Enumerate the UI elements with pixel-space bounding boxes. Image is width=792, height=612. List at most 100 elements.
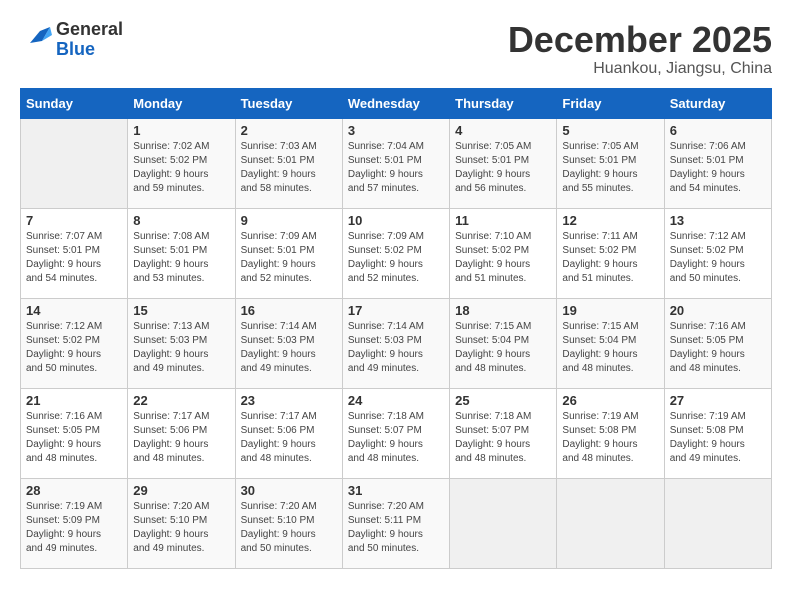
day-number: 2 (241, 123, 337, 138)
calendar-cell: 22Sunrise: 7:17 AMSunset: 5:06 PMDayligh… (128, 388, 235, 478)
header-sunday: Sunday (21, 88, 128, 118)
day-number: 28 (26, 483, 122, 498)
day-info: Sunrise: 7:10 AMSunset: 5:02 PMDaylight:… (455, 230, 551, 286)
calendar-cell: 19 Sunrise: 7:15 AMSunset: 5:04 PMDayligh… (557, 298, 664, 388)
calendar-week-row: 14Sunrise: 7:12 AMSunset: 5:02 PMDayligh… (21, 298, 772, 388)
calendar-cell: 29 Sunrise: 7:20 AMSunset: 5:10 PMDayligh… (128, 478, 235, 568)
day-number: 27 (670, 393, 766, 408)
calendar-cell: 18Sunrise: 7:15 AMSunset: 5:04 PMDayligh… (450, 298, 557, 388)
calendar-cell: 6 Sunrise: 7:06 AMSunset: 5:01 PMDaylight… (664, 118, 771, 208)
header-thursday: Thursday (450, 88, 557, 118)
calendar-cell: 21 Sunrise: 7:16 AMSunset: 5:05 PMDayligh… (21, 388, 128, 478)
day-number: 4 (455, 123, 551, 138)
day-info: Sunrise: 7:16 AMSunset: 5:05 PMDaylight:… (26, 410, 122, 466)
day-info: Sunrise: 7:13 AMSunset: 5:03 PMDaylight:… (133, 320, 229, 376)
day-number: 22 (133, 393, 229, 408)
calendar-cell: 23 Sunrise: 7:17 AMSunset: 5:06 PMDayligh… (235, 388, 342, 478)
header-tuesday: Tuesday (235, 88, 342, 118)
calendar-cell: 24Sunrise: 7:18 AMSunset: 5:07 PMDayligh… (342, 388, 449, 478)
calendar-cell: 8 Sunrise: 7:08 AMSunset: 5:01 PMDaylight… (128, 208, 235, 298)
day-info: Sunrise: 7:02 AMSunset: 5:02 PMDaylight:… (133, 140, 229, 196)
day-info: Sunrise: 7:19 AMSunset: 5:08 PMDaylight:… (562, 410, 658, 466)
month-title: December 2025 (508, 20, 772, 60)
day-number: 23 (241, 393, 337, 408)
calendar-cell: 3 Sunrise: 7:04 AMSunset: 5:01 PMDaylight… (342, 118, 449, 208)
calendar-cell: 15 Sunrise: 7:13 AMSunset: 5:03 PMDayligh… (128, 298, 235, 388)
day-number: 26 (562, 393, 658, 408)
calendar-cell (557, 478, 664, 568)
day-number: 20 (670, 303, 766, 318)
day-info: Sunrise: 7:09 AMSunset: 5:01 PMDaylight:… (241, 230, 337, 286)
calendar-cell (21, 118, 128, 208)
day-info: Sunrise: 7:08 AMSunset: 5:01 PMDaylight:… (133, 230, 229, 286)
day-info: Sunrise: 7:06 AMSunset: 5:01 PMDaylight:… (670, 140, 766, 196)
header-saturday: Saturday (664, 88, 771, 118)
day-number: 3 (348, 123, 444, 138)
calendar-cell: 16Sunrise: 7:14 AMSunset: 5:03 PMDayligh… (235, 298, 342, 388)
day-info: Sunrise: 7:11 AMSunset: 5:02 PMDaylight:… (562, 230, 658, 286)
location-subtitle: Huankou, Jiangsu, China (508, 60, 772, 78)
day-number: 11 (455, 213, 551, 228)
day-number: 24 (348, 393, 444, 408)
header-wednesday: Wednesday (342, 88, 449, 118)
day-number: 10 (348, 213, 444, 228)
day-info: Sunrise: 7:03 AMSunset: 5:01 PMDaylight:… (241, 140, 337, 196)
day-number: 18 (455, 303, 551, 318)
day-number: 17 (348, 303, 444, 318)
day-number: 19 (562, 303, 658, 318)
header-friday: Friday (557, 88, 664, 118)
day-info: Sunrise: 7:07 AMSunset: 5:01 PMDaylight:… (26, 230, 122, 286)
day-info: Sunrise: 7:15 AMSunset: 5:04 PMDaylight:… (562, 320, 658, 376)
day-info: Sunrise: 7:19 AMSunset: 5:09 PMDaylight:… (26, 500, 122, 556)
header-row: Sunday Monday Tuesday Wednesday Thursday… (21, 88, 772, 118)
day-info: Sunrise: 7:19 AMSunset: 5:08 PMDaylight:… (670, 410, 766, 466)
calendar-cell: 4 Sunrise: 7:05 AMSunset: 5:01 PMDaylight… (450, 118, 557, 208)
calendar-week-row: 1 Sunrise: 7:02 AMSunset: 5:02 PMDaylight… (21, 118, 772, 208)
day-number: 8 (133, 213, 229, 228)
day-info: Sunrise: 7:20 AMSunset: 5:10 PMDaylight:… (133, 500, 229, 556)
title-section: December 2025 Huankou, Jiangsu, China (508, 20, 772, 78)
day-number: 13 (670, 213, 766, 228)
calendar-cell: 28 Sunrise: 7:19 AMSunset: 5:09 PMDayligh… (21, 478, 128, 568)
day-number: 25 (455, 393, 551, 408)
calendar-cell: 31Sunrise: 7:20 AMSunset: 5:11 PMDayligh… (342, 478, 449, 568)
calendar-cell: 26 Sunrise: 7:19 AMSunset: 5:08 PMDayligh… (557, 388, 664, 478)
logo-icon (20, 23, 52, 56)
calendar-cell: 1 Sunrise: 7:02 AMSunset: 5:02 PMDaylight… (128, 118, 235, 208)
day-number: 5 (562, 123, 658, 138)
day-info: Sunrise: 7:04 AMSunset: 5:01 PMDaylight:… (348, 140, 444, 196)
logo-text-general: General (56, 19, 123, 39)
calendar-cell: 12Sunrise: 7:11 AMSunset: 5:02 PMDayligh… (557, 208, 664, 298)
day-info: Sunrise: 7:14 AMSunset: 5:03 PMDaylight:… (241, 320, 337, 376)
day-info: Sunrise: 7:17 AMSunset: 5:06 PMDaylight:… (241, 410, 337, 466)
calendar-cell (664, 478, 771, 568)
calendar-week-row: 7Sunrise: 7:07 AMSunset: 5:01 PMDaylight… (21, 208, 772, 298)
logo-text-blue: Blue (56, 39, 95, 59)
calendar-cell: 14Sunrise: 7:12 AMSunset: 5:02 PMDayligh… (21, 298, 128, 388)
calendar-cell: 20 Sunrise: 7:16 AMSunset: 5:05 PMDayligh… (664, 298, 771, 388)
day-number: 15 (133, 303, 229, 318)
day-info: Sunrise: 7:12 AMSunset: 5:02 PMDaylight:… (670, 230, 766, 286)
day-number: 1 (133, 123, 229, 138)
calendar-cell: 9Sunrise: 7:09 AMSunset: 5:01 PMDaylight… (235, 208, 342, 298)
calendar-cell: 5 Sunrise: 7:05 AMSunset: 5:01 PMDaylight… (557, 118, 664, 208)
day-number: 21 (26, 393, 122, 408)
calendar-cell (450, 478, 557, 568)
day-info: Sunrise: 7:05 AMSunset: 5:01 PMDaylight:… (455, 140, 551, 196)
calendar-cell: 2 Sunrise: 7:03 AMSunset: 5:01 PMDaylight… (235, 118, 342, 208)
day-info: Sunrise: 7:20 AMSunset: 5:11 PMDaylight:… (348, 500, 444, 556)
calendar-cell: 13 Sunrise: 7:12 AMSunset: 5:02 PMDayligh… (664, 208, 771, 298)
day-info: Sunrise: 7:05 AMSunset: 5:01 PMDaylight:… (562, 140, 658, 196)
calendar-table: Sunday Monday Tuesday Wednesday Thursday… (20, 88, 772, 569)
calendar-cell: 10Sunrise: 7:09 AMSunset: 5:02 PMDayligh… (342, 208, 449, 298)
page-header: General Blue December 2025 Huankou, Jian… (20, 20, 772, 78)
calendar-cell: 25Sunrise: 7:18 AMSunset: 5:07 PMDayligh… (450, 388, 557, 478)
day-info: Sunrise: 7:14 AMSunset: 5:03 PMDaylight:… (348, 320, 444, 376)
calendar-cell: 7Sunrise: 7:07 AMSunset: 5:01 PMDaylight… (21, 208, 128, 298)
day-number: 29 (133, 483, 229, 498)
day-info: Sunrise: 7:16 AMSunset: 5:05 PMDaylight:… (670, 320, 766, 376)
calendar-cell: 17 Sunrise: 7:14 AMSunset: 5:03 PMDayligh… (342, 298, 449, 388)
day-info: Sunrise: 7:20 AMSunset: 5:10 PMDaylight:… (241, 500, 337, 556)
logo: General Blue (20, 20, 123, 60)
day-number: 6 (670, 123, 766, 138)
